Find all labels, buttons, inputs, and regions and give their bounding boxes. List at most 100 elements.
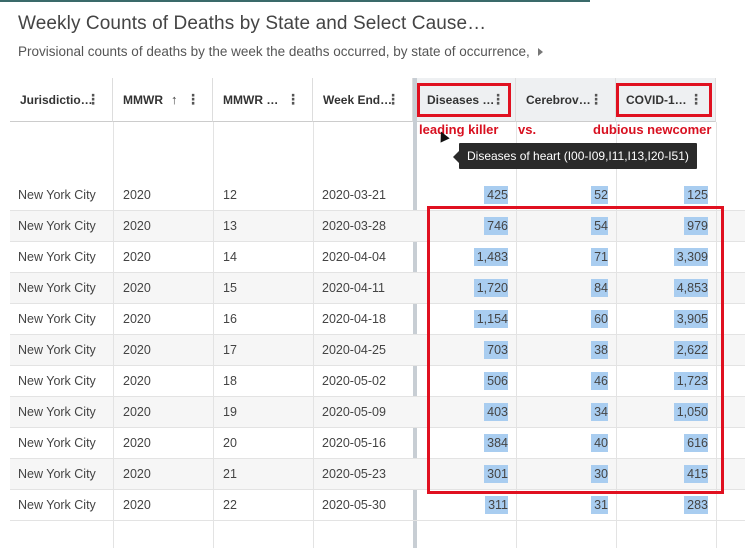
cell-value: 2020 [123,498,151,512]
column-header-label: Jurisdictio… [20,92,93,107]
cell-value: 18 [223,374,237,388]
cell-value: 425 [484,186,508,204]
cell-value: 2020 [123,436,151,450]
subtitle-text: Provisional counts of deaths by the week… [18,44,530,59]
cell-value: 2020-05-30 [322,498,386,512]
cell-week[interactable]: 16 [223,304,303,335]
cell-year[interactable]: 2020 [123,180,203,211]
cell-value: 15 [223,281,237,295]
cell-year[interactable]: 2020 [123,211,203,242]
cell-jurisdiction[interactable]: New York City [18,490,108,521]
cell-year[interactable]: 2020 [123,242,203,273]
column-menu-icon[interactable]: ⋮ [186,92,200,106]
cell-value: 16 [223,312,237,326]
cell-jurisdiction[interactable]: New York City [18,397,108,428]
cell-week-ending[interactable]: 2020-04-25 [322,335,408,366]
cell-year[interactable]: 2020 [123,490,203,521]
cell-value: 14 [223,250,237,264]
column-header-label: MMWR … [223,92,279,107]
cell-week[interactable]: 21 [223,459,303,490]
cell-value: 19 [223,405,237,419]
cell-jurisdiction[interactable]: New York City [18,273,108,304]
cell-week[interactable]: 13 [223,211,303,242]
cell-year[interactable]: 2020 [123,459,203,490]
cell-value: 2020-04-11 [322,281,386,295]
cell-value: New York City [18,405,96,419]
cell-week-ending[interactable]: 2020-05-02 [322,366,408,397]
annotation-leading-killer: leading killer [419,122,499,137]
cell-year[interactable]: 2020 [123,397,203,428]
table-row[interactable]: New York City 2020 22 2020-05-30 311 31 283 [10,490,745,521]
top-border [0,0,590,2]
cell-jurisdiction[interactable]: New York City [18,366,108,397]
cell-week[interactable]: 19 [223,397,303,428]
cell-jurisdiction[interactable]: New York City [18,211,108,242]
cell-value: 20 [223,436,237,450]
cell-value: 2020 [123,312,151,326]
column-header-cerebrovascular[interactable]: Cerebrov… ⋮ [516,78,616,122]
cell-year[interactable]: 2020 [123,366,203,397]
cell-year[interactable]: 2020 [123,335,203,366]
cell-jurisdiction[interactable]: New York City [18,459,108,490]
cell-value: 2020 [123,219,151,233]
cell-value: 21 [223,467,237,481]
cell-year[interactable]: 2020 [123,304,203,335]
cell-week-ending[interactable]: 2020-04-11 [322,273,408,304]
cell-year[interactable]: 2020 [123,273,203,304]
cell-value: New York City [18,219,96,233]
cell-value: 2020 [123,250,151,264]
cell-week[interactable]: 12 [223,180,303,211]
cell-week-ending[interactable]: 2020-03-21 [322,180,408,211]
cell-week-ending[interactable]: 2020-04-04 [322,242,408,273]
cell-value: 2020-05-23 [322,467,386,481]
cell-value: 311 [485,496,508,514]
cell-value: New York City [18,467,96,481]
column-separator [213,122,214,548]
dataset-subtitle[interactable]: Provisional counts of deaths by the week… [18,44,543,59]
cell-week[interactable]: 22 [223,490,303,521]
column-header-mmwr-year[interactable]: MMWR ↑ ⋮ [113,78,213,122]
cell-covid-19[interactable]: 283 [616,490,708,521]
cell-week-ending[interactable]: 2020-05-30 [322,490,408,521]
cell-value: 31 [591,496,608,514]
cell-week[interactable]: 18 [223,366,303,397]
cell-value: 22 [223,498,237,512]
cell-jurisdiction[interactable]: New York City [18,335,108,366]
annotation-vs: vs. [518,122,537,137]
annotation-dubious-newcomer: dubious newcomer [593,122,712,137]
sort-ascending-icon[interactable]: ↑ [171,92,178,107]
cell-diseases-of-heart[interactable]: 311 [417,490,508,521]
cell-week-ending[interactable]: 2020-05-23 [322,459,408,490]
cell-cerebrovascular[interactable]: 31 [516,490,608,521]
cell-week-ending[interactable]: 2020-05-09 [322,397,408,428]
cell-value: 17 [223,343,237,357]
cell-value: 2020-04-18 [322,312,386,326]
cell-jurisdiction[interactable]: New York City [18,428,108,459]
cell-jurisdiction[interactable]: New York City [18,304,108,335]
cell-week[interactable]: 17 [223,335,303,366]
cell-value: 52 [591,186,608,204]
cell-week[interactable]: 14 [223,242,303,273]
expand-caret-icon[interactable] [537,48,543,57]
cell-value: 2020-04-04 [322,250,386,264]
column-header-mmwr-week[interactable]: MMWR … ⋮ [213,78,313,122]
cell-week[interactable]: 20 [223,428,303,459]
cell-week-ending[interactable]: 2020-04-18 [322,304,408,335]
cell-week[interactable]: 15 [223,273,303,304]
column-header-week-ending[interactable]: Week End… ⋮ [313,78,413,122]
column-menu-icon[interactable]: ⋮ [286,92,300,106]
cell-value: 12 [223,188,237,202]
column-menu-icon[interactable]: ⋮ [386,92,400,106]
column-menu-icon[interactable]: ⋮ [86,92,100,106]
cell-week-ending[interactable]: 2020-03-28 [322,211,408,242]
column-menu-icon[interactable]: ⋮ [589,92,603,106]
cell-year[interactable]: 2020 [123,428,203,459]
cell-week-ending[interactable]: 2020-05-16 [322,428,408,459]
cell-jurisdiction[interactable]: New York City [18,180,108,211]
cell-value: New York City [18,312,96,326]
cell-value: 2020 [123,343,151,357]
column-header-jurisdiction[interactable]: Jurisdictio… ⋮ [10,78,113,122]
cell-value: 2020-05-16 [322,436,386,450]
cell-value: 2020 [123,374,151,388]
cell-jurisdiction[interactable]: New York City [18,242,108,273]
